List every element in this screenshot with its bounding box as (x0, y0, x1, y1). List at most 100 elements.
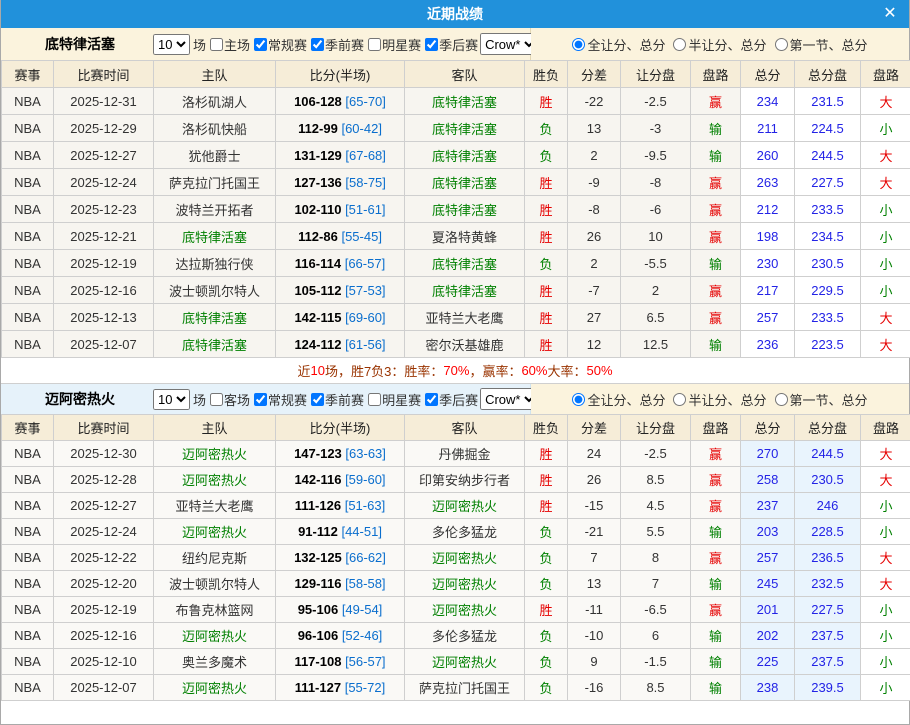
column-header: 总分盘 (795, 61, 861, 88)
cell-away-team: 底特律活塞 (405, 169, 525, 196)
half-score: [49-54] (342, 602, 382, 617)
cell-handicap-result: 赢 (691, 304, 741, 331)
checkbox[interactable] (425, 38, 438, 51)
radio[interactable] (775, 393, 788, 406)
half-score: [58-58] (345, 576, 385, 591)
table-row: NBA2025-12-16迈阿密热火96-106 [52-46]多伦多猛龙负-1… (2, 623, 910, 649)
half-score: [44-51] (341, 524, 381, 539)
odds-type-radios: 全让分、总分半让分、总分第一节、总分 (568, 35, 871, 54)
cell-away-team: 迈阿密热火 (405, 545, 525, 571)
bookmaker-select[interactable]: Crow* (480, 33, 538, 55)
cell-handicap-result: 输 (691, 250, 741, 277)
full-score: 112-99 (298, 121, 338, 136)
radio[interactable] (572, 38, 585, 51)
cell-date: 2025-12-07 (54, 675, 154, 701)
cell-handicap-result: 赢 (691, 196, 741, 223)
checkbox[interactable] (368, 38, 381, 51)
filter-checkbox-option: 明星赛 (364, 390, 421, 409)
radio[interactable] (572, 393, 585, 406)
column-header: 分差 (568, 61, 621, 88)
column-header: 客队 (405, 61, 525, 88)
cell-total: 237 (741, 493, 795, 519)
bookmaker-select[interactable]: Crow* (480, 388, 538, 410)
cell-over-under: 小 (861, 277, 910, 304)
home-team-section: 底特律活塞 10 场 主场常规赛季前赛明星赛季后赛 Crow* 全让分、总分半让… (1, 28, 909, 384)
cell-league: NBA (2, 545, 54, 571)
cell-over-under: 小 (861, 223, 910, 250)
checkbox[interactable] (210, 393, 223, 406)
filter-checkboxes: 主场常规赛季前赛明星赛季后赛 (206, 35, 478, 54)
cell-handicap-line: -6 (621, 196, 691, 223)
cell-total: 201 (741, 597, 795, 623)
radio[interactable] (673, 393, 686, 406)
cell-handicap-line: 10 (621, 223, 691, 250)
cell-total: 212 (741, 196, 795, 223)
away-team-section: 迈阿密热火 10 场 客场常规赛季前赛明星赛季后赛 Crow* 全让分、总分半让… (1, 384, 909, 701)
cell-total-line: 234.5 (795, 223, 861, 250)
filter-checkbox-option: 季前赛 (307, 35, 364, 54)
close-icon[interactable]: ✕ (880, 4, 900, 24)
column-header: 客队 (405, 415, 525, 441)
cell-handicap-result: 赢 (691, 223, 741, 250)
cell-handicap-line: -9.5 (621, 142, 691, 169)
column-header: 盘路 (691, 61, 741, 88)
cell-total-line: 244.5 (795, 441, 861, 467)
cell-total-line: 230.5 (795, 250, 861, 277)
half-score: [52-46] (342, 628, 382, 643)
checkbox[interactable] (311, 393, 324, 406)
cell-league: NBA (2, 250, 54, 277)
cell-diff: 9 (568, 649, 621, 675)
cell-score: 147-123 [63-63] (276, 441, 405, 467)
radio[interactable] (775, 38, 788, 51)
filter-bar-left: 底特律活塞 10 场 主场常规赛季前赛明星赛季后赛 Crow* (1, 28, 531, 60)
cell-result: 胜 (525, 196, 568, 223)
filter-checkbox-option: 常规赛 (250, 35, 307, 54)
cell-score: 129-116 [58-58] (276, 571, 405, 597)
cell-away-team: 多伦多猛龙 (405, 519, 525, 545)
cell-handicap-result: 赢 (691, 597, 741, 623)
column-header: 赛事 (2, 415, 54, 441)
cell-total: 225 (741, 649, 795, 675)
summary-value: 50% (587, 363, 613, 378)
popup-title: 近期战绩 (427, 4, 483, 24)
cell-date: 2025-12-23 (54, 196, 154, 223)
half-score: [58-75] (345, 175, 385, 190)
cell-handicap-line: 2 (621, 277, 691, 304)
full-score: 102-110 (294, 202, 341, 217)
team-name: 底特律活塞 (45, 34, 115, 54)
cell-total: 257 (741, 545, 795, 571)
checkbox[interactable] (311, 38, 324, 51)
table-row: NBA2025-12-19布鲁克林篮网95-106 [49-54]迈阿密热火胜-… (2, 597, 910, 623)
cell-diff: 2 (568, 142, 621, 169)
checkbox[interactable] (254, 393, 267, 406)
cell-handicap-line: -8 (621, 169, 691, 196)
full-score: 132-125 (294, 550, 342, 565)
filter-bar-right: 全让分、总分半让分、总分第一节、总分 (531, 384, 909, 414)
games-count-select[interactable]: 10 (153, 389, 190, 410)
cell-score: 96-106 [52-46] (276, 623, 405, 649)
cell-over-under: 大 (861, 571, 910, 597)
checkbox[interactable] (210, 38, 223, 51)
table-row: NBA2025-12-21底特律活塞112-86 [55-45]夏洛特黄蜂胜26… (2, 223, 910, 250)
cell-diff: -8 (568, 196, 621, 223)
cell-result: 负 (525, 142, 568, 169)
half-score: [51-63] (345, 498, 385, 513)
checkbox[interactable] (425, 393, 438, 406)
cell-over-under: 大 (861, 304, 910, 331)
radio[interactable] (673, 38, 686, 51)
cell-over-under: 小 (861, 649, 910, 675)
column-header: 总分盘 (795, 415, 861, 441)
column-header: 比分(半场) (276, 415, 405, 441)
games-count-select[interactable]: 10 (153, 34, 190, 55)
full-score: 147-123 (294, 446, 342, 461)
cell-league: NBA (2, 467, 54, 493)
checkbox[interactable] (254, 38, 267, 51)
cell-away-team: 萨克拉门托国王 (405, 675, 525, 701)
cell-score: 102-110 [51-61] (276, 196, 405, 223)
cell-total: 236 (741, 331, 795, 358)
odds-type-radio-option: 第一节、总分 (775, 35, 868, 54)
cell-total-line: 232.5 (795, 571, 861, 597)
checkbox[interactable] (368, 393, 381, 406)
filter-checkbox-option: 明星赛 (364, 35, 421, 54)
column-header: 让分盘 (621, 415, 691, 441)
